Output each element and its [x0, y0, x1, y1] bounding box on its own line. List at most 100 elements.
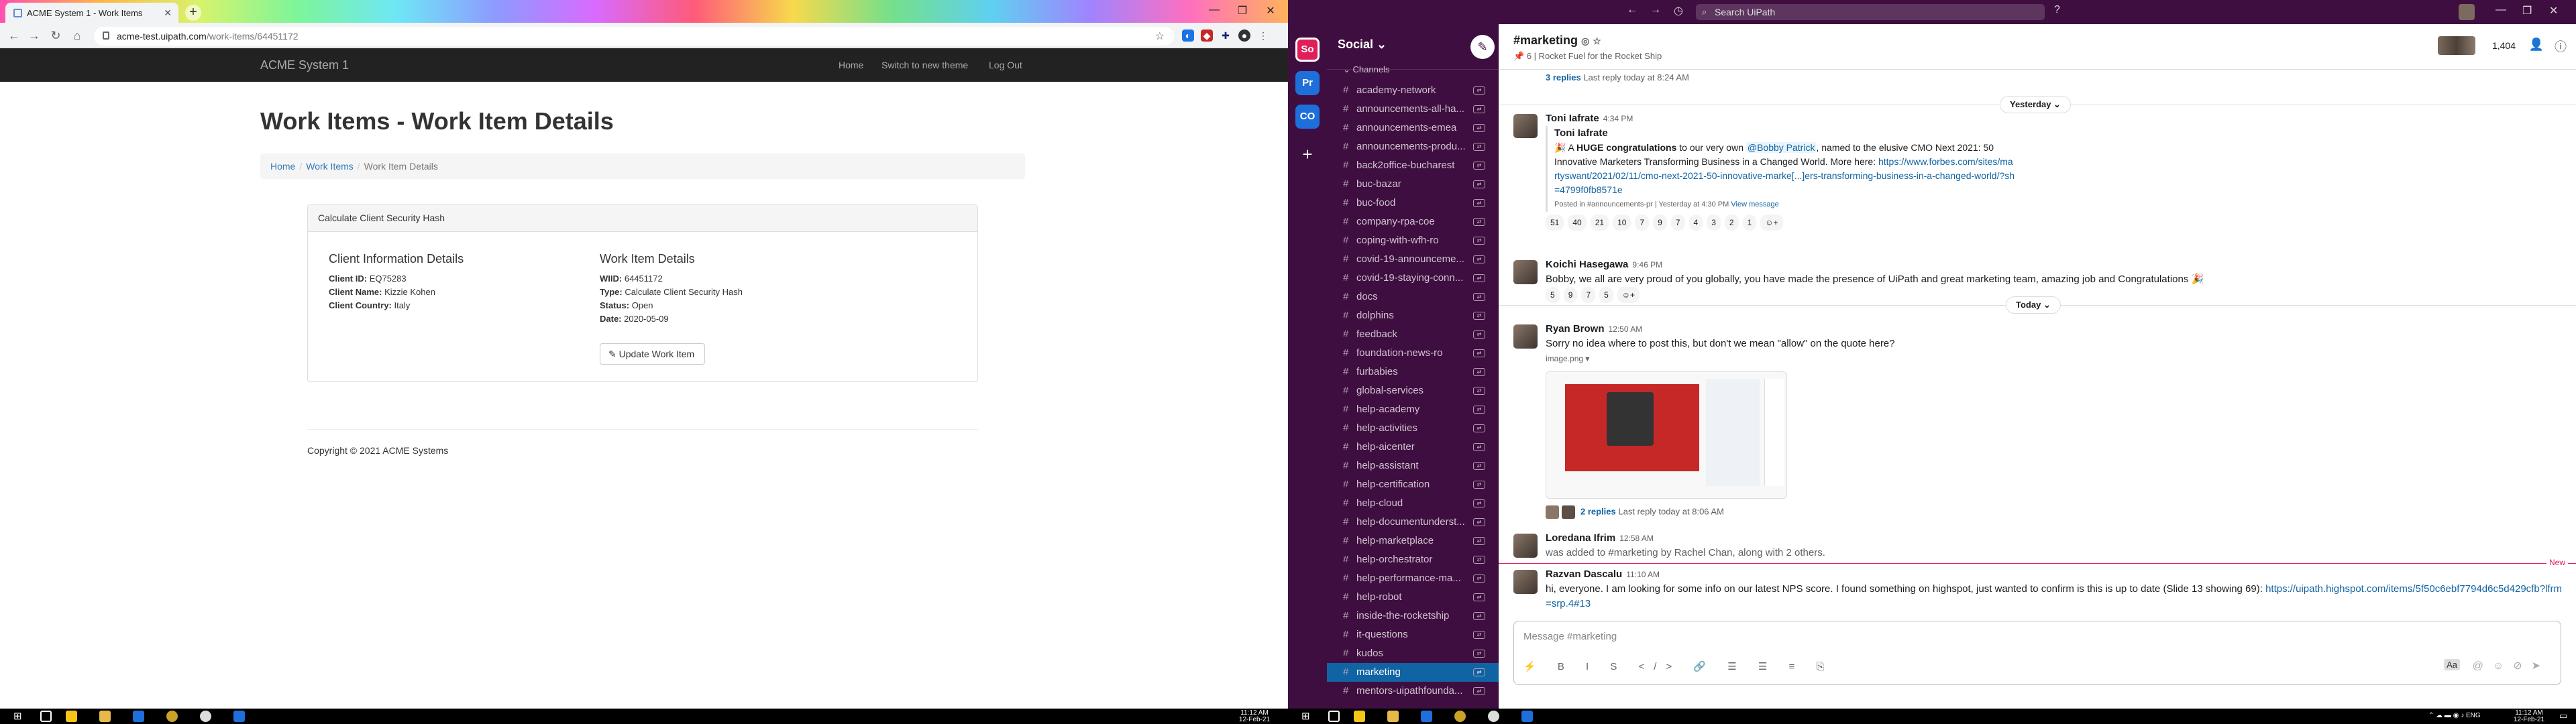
chrome-icon[interactable] — [166, 711, 178, 722]
workspace-social[interactable]: So — [1295, 38, 1320, 62]
workspace-co[interactable]: CO — [1295, 105, 1320, 129]
channel-item[interactable]: # help-marketplace ⇄ — [1327, 532, 1499, 550]
details-icon[interactable]: ⓘ — [2555, 38, 2567, 55]
channel-item[interactable]: # buc-bazar ⇄ — [1327, 175, 1499, 194]
extension-puzzle-icon[interactable]: ✚ — [1220, 29, 1232, 42]
view-message-link[interactable]: View message — [1731, 200, 1778, 208]
task-view-icon[interactable] — [40, 711, 52, 722]
update-work-item-button[interactable]: ✎ Update Work Item — [600, 343, 705, 365]
minimize-icon[interactable]: — — [1201, 4, 1228, 16]
top-thread-summary[interactable]: 3 replies Last reply today at 8:24 AM — [1546, 72, 1689, 82]
channel-info-icon[interactable]: ◎ — [1581, 36, 1589, 46]
maximize-icon[interactable]: ❐ — [1229, 4, 1256, 17]
composer-actions[interactable]: @☺⊘➤ — [2473, 659, 2550, 672]
nav-logout-link[interactable]: Log Out — [989, 60, 1022, 70]
new-tab-button[interactable]: + — [185, 5, 201, 21]
channel-item[interactable]: # help-robot ⇄ — [1327, 588, 1499, 607]
channel-item[interactable]: # covid-19-announceme... ⇄ — [1327, 250, 1499, 269]
uipath-studio-icon[interactable] — [233, 711, 245, 722]
user-avatar[interactable] — [2459, 4, 2475, 20]
slack-search-input[interactable]: ⌕ Search UiPath — [1696, 4, 2045, 20]
message-author[interactable]: Razvan Dascalu — [1546, 568, 1622, 580]
message-author[interactable]: Koichi Hasegawa — [1546, 259, 1628, 270]
sticky-notes-icon[interactable] — [66, 711, 77, 722]
channel-title[interactable]: #marketing ◎ ☆ — [1513, 34, 1601, 48]
home-icon[interactable]: ⌂ — [70, 29, 85, 43]
attached-image[interactable] — [1546, 371, 1787, 499]
add-workspace-icon[interactable]: + — [1295, 142, 1320, 166]
channel-item[interactable]: # help-cloud ⇄ — [1327, 494, 1499, 513]
channel-item[interactable]: # help-certification ⇄ — [1327, 475, 1499, 494]
channel-item[interactable]: # mentors-uipathfounda... ⇄ — [1327, 682, 1499, 701]
member-avatars[interactable] — [2438, 36, 2475, 55]
format-toggle-icon[interactable]: Aa — [2444, 659, 2460, 670]
help-icon[interactable]: ? — [2054, 4, 2060, 16]
reaction-pill[interactable]: 21 — [1590, 215, 1609, 231]
channel-item[interactable]: # help-documentunderst... ⇄ — [1327, 513, 1499, 532]
extension-icon[interactable]: ◐ — [1182, 29, 1194, 42]
avatar[interactable] — [1513, 260, 1538, 284]
chrome-icon[interactable] — [1454, 711, 1466, 722]
reload-icon[interactable]: ↻ — [48, 29, 63, 43]
channel-item[interactable]: # announcements-produ... ⇄ — [1327, 137, 1499, 156]
channel-item[interactable]: # furbabies ⇄ — [1327, 363, 1499, 381]
close-window-icon[interactable]: ✕ — [1257, 4, 1284, 17]
formatting-toolbar[interactable]: ⚡ B I S </> 🔗 ☰ ☰ ≡ ⎘ — [1523, 660, 1833, 672]
channel-item[interactable]: # announcements-emea ⇄ — [1327, 119, 1499, 137]
workspace-pr[interactable]: Pr — [1295, 71, 1320, 95]
breadcrumb-home[interactable]: Home — [270, 161, 295, 172]
notifications-icon[interactable]: ▭ — [2559, 711, 2567, 721]
member-count[interactable]: 1,404 — [2492, 40, 2516, 51]
reaction-pill[interactable]: 4 — [1688, 215, 1703, 231]
reaction-pill[interactable]: 7 — [1581, 287, 1596, 303]
extension-shield-icon[interactable]: ◆ — [1201, 29, 1213, 42]
channel-item[interactable]: # coping-with-wfh-ro ⇄ — [1327, 231, 1499, 250]
reaction-pill[interactable]: 9 — [1653, 215, 1667, 231]
channel-item[interactable]: # academy-network ⇄ — [1327, 81, 1499, 100]
channel-item[interactable]: # back2office-bucharest ⇄ — [1327, 156, 1499, 175]
channel-item[interactable]: # help-orchestrator ⇄ — [1327, 550, 1499, 569]
browser-tab-acme[interactable]: ACME System 1 - Work Items ✕ — [5, 3, 178, 23]
channel-item[interactable]: # docs ⇄ — [1327, 288, 1499, 306]
mention-bobby[interactable]: @Bobby Patrick — [1746, 142, 1817, 153]
history-back-icon[interactable]: ← — [1627, 4, 1638, 16]
channel-item[interactable]: # marketing ⇄ — [1327, 663, 1499, 682]
slack-maximize-icon[interactable]: ❐ — [2522, 4, 2532, 17]
channel-item[interactable]: # help-performance-ma... ⇄ — [1327, 569, 1499, 588]
back-icon[interactable]: ← — [7, 29, 21, 43]
avatar[interactable] — [1513, 324, 1538, 349]
nav-switch-theme-link[interactable]: Switch to new theme — [881, 60, 968, 70]
address-bar[interactable]: acme-test.uipath.com/work-items/64451172… — [94, 27, 1174, 46]
system-tray[interactable]: ⌃ ☁ ▬ ◉ ♪ ENG — [2428, 712, 2481, 719]
reaction-pill[interactable]: 5 — [1599, 287, 1613, 303]
reaction-pill[interactable]: 5 — [1546, 287, 1560, 303]
message-time[interactable]: 12:58 AM — [1619, 534, 1654, 543]
reaction-pill[interactable]: 40 — [1568, 215, 1587, 231]
uipath-icon[interactable] — [1421, 711, 1432, 722]
message-composer[interactable]: Message #marketing ⚡ B I S </> 🔗 ☰ ☰ ≡ ⎘… — [1513, 621, 2561, 685]
channel-item[interactable]: # kudos ⇄ — [1327, 644, 1499, 663]
channel-item[interactable]: # global-services ⇄ — [1327, 381, 1499, 400]
thread-summary[interactable]: 2 replies Last reply today at 8:06 AM — [1546, 505, 1724, 519]
channel-item[interactable]: # feedback ⇄ — [1327, 325, 1499, 344]
history-icon[interactable]: ◷ — [1674, 4, 1683, 17]
breadcrumb-work-items[interactable]: Work Items — [306, 161, 354, 172]
tab-close-icon[interactable]: ✕ — [164, 7, 172, 19]
channel-item[interactable]: # help-academy ⇄ — [1327, 400, 1499, 419]
reaction-pill[interactable]: 3 — [1707, 215, 1721, 231]
slack-minimize-icon[interactable]: — — [2496, 4, 2506, 16]
uipath-studio-icon[interactable] — [1521, 711, 1533, 722]
chrome-alt-icon[interactable] — [1488, 711, 1499, 722]
avatar[interactable] — [1513, 534, 1538, 558]
history-forward-icon[interactable]: → — [1650, 4, 1661, 16]
channel-item[interactable]: # help-activities ⇄ — [1327, 419, 1499, 438]
reaction-pill[interactable]: 9 — [1563, 287, 1578, 303]
reaction-pill[interactable]: 1 — [1742, 215, 1757, 231]
message-time[interactable]: 9:46 PM — [1632, 260, 1662, 269]
date-divider-today[interactable]: Today ⌄ — [2006, 296, 2061, 314]
start-icon[interactable]: ⊞ — [13, 711, 25, 722]
add-reaction-icon[interactable]: ☺+ — [1760, 215, 1783, 231]
uipath-icon[interactable] — [133, 711, 144, 722]
reaction-pill[interactable]: 2 — [1724, 215, 1739, 231]
channels-section-header[interactable]: ⌄ Channels — [1327, 61, 1499, 80]
